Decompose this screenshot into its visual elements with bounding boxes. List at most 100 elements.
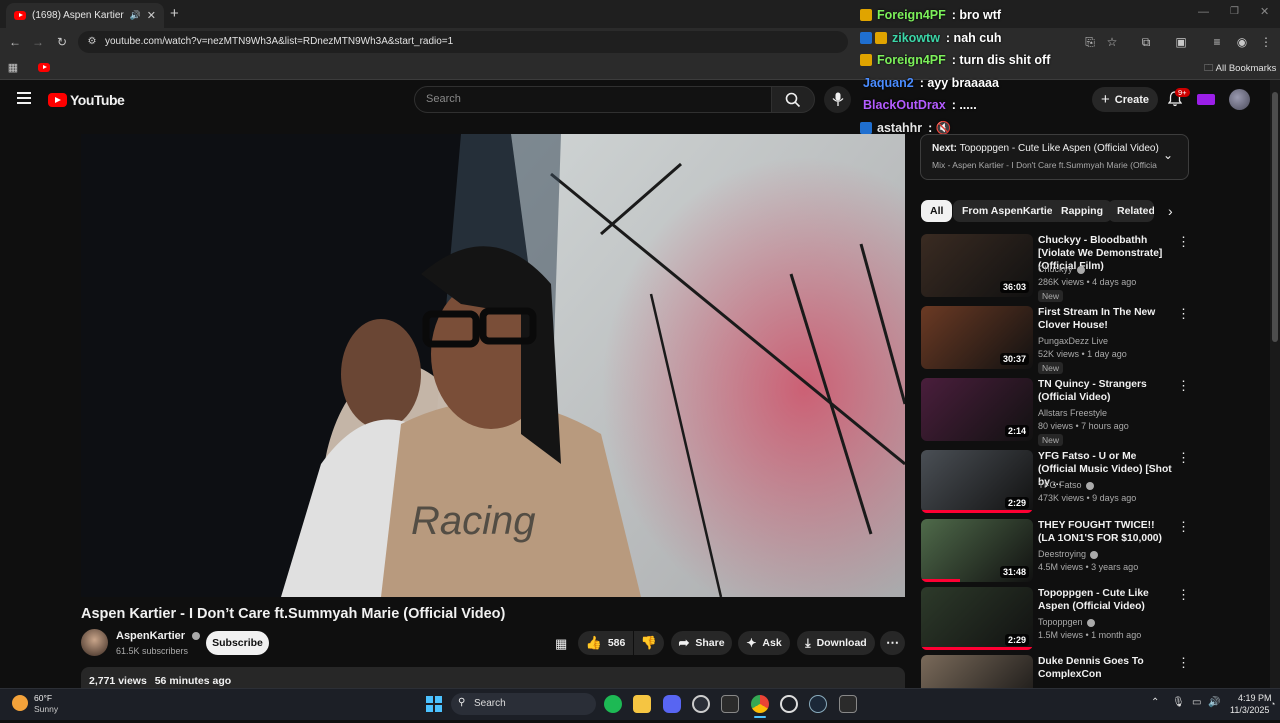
video-thumbnail[interactable]: 2:29 [921,587,1033,650]
recommendation-item[interactable]: 2:14 TN Quincy - Strangers (Official Vide… [921,378,1191,446]
volume-tray-icon[interactable]: 🔊 [1208,697,1220,708]
chip-from-channel[interactable]: From AspenKartier [953,200,1066,222]
epic-games-icon[interactable] [721,695,739,713]
next-up-panel[interactable] [920,134,1189,180]
dislike-button[interactable]: 👎 [634,631,664,655]
channel-name-text: PungaxDezz Live [1038,336,1109,346]
g-app-icon[interactable] [780,695,798,713]
video-thumbnail[interactable]: 31:48 [921,519,1033,582]
steam-alt-icon[interactable] [692,695,710,713]
chip-all[interactable]: All [921,200,953,222]
channel-name[interactable]: AspenKartier [116,630,201,642]
video-thumbnail[interactable]: 2:29 [921,450,1033,513]
back-icon[interactable]: ← [7,35,23,49]
add-to-queue-icon[interactable]: ▦ [555,636,567,652]
more-actions-button[interactable]: ⋯ [880,631,905,655]
like-button[interactable]: 👍 586 [578,631,633,655]
recommendation-title[interactable]: Duke Dennis Goes To ComplexCon [1038,655,1173,681]
chrome-icon[interactable] [751,695,769,713]
more-vertical-icon[interactable]: ⋮ [1177,656,1190,669]
file-explorer-icon[interactable] [633,695,651,713]
url-text[interactable]: youtube.com/watch?v=nezMTN9Wh3A&list=RDn… [105,36,453,47]
share-button[interactable]: ➦ Share [671,631,732,655]
recommendation-channel[interactable]: Allstars Freestyle [1038,408,1107,418]
window-close-icon[interactable]: ✕ [1260,5,1269,18]
tab-audio-icon[interactable]: 🔊 [130,10,141,21]
steam-icon[interactable] [809,695,827,713]
video-thumbnail[interactable]: 2:14 [921,378,1033,441]
video-thumbnail[interactable]: 30:37 [921,306,1033,369]
recommendation-channel[interactable]: PungaxDezz Live [1038,336,1108,346]
new-tab-button[interactable]: + [170,5,179,22]
hamburger-menu-icon[interactable] [17,92,31,104]
bookmark-star-icon[interactable]: ☆ [1104,35,1120,49]
subscribe-button[interactable]: Subscribe [206,631,269,655]
notification-bell-tray-icon[interactable]: ◔ [1270,699,1275,709]
tray-chevron-icon[interactable]: ⌃ [1151,697,1159,708]
media-controls-icon[interactable]: ≡ [1209,35,1225,49]
recommendation-channel[interactable]: Topoppgen [1038,617,1095,627]
discord-icon[interactable] [663,695,681,713]
recommendation-channel[interactable]: Chuckyy [1038,264,1085,274]
youtube-bookmark-icon[interactable] [38,63,50,72]
recommendation-item[interactable]: 36:03 Chuckyy - Bloodbathh [Violate We De… [921,234,1191,302]
forward-icon[interactable]: → [30,35,46,49]
download-button[interactable]: ⤓ Download [797,631,875,655]
more-vertical-icon[interactable]: ⋮ [1177,520,1190,533]
clock-time[interactable]: 4:19 PM [1238,693,1272,703]
mic-tray-icon[interactable]: 🎙 [1172,697,1185,708]
taskbar-search[interactable] [451,693,596,715]
recommendation-item[interactable]: 2:29 YFG Fatso - U or Me (Official Music … [921,450,1191,518]
watch-progress-bar [921,647,1033,650]
chrome-menu-icon[interactable]: ⋮ [1258,35,1274,49]
reload-icon[interactable]: ↻ [54,35,70,49]
clock-date[interactable]: 11/3/2025 [1230,705,1269,715]
recommendation-title[interactable]: TN Quincy - Strangers (Official Video) [1038,378,1173,404]
recommendation-channel[interactable]: YFG Fatso [1038,480,1094,490]
chevron-right-icon[interactable]: › [1168,203,1173,219]
more-vertical-icon[interactable]: ⋮ [1177,379,1190,392]
user-avatar[interactable] [1229,89,1250,110]
extensions-icon[interactable]: ⧉ [1138,35,1154,49]
install-app-icon[interactable]: ⎘ [1082,35,1098,49]
network-tray-icon[interactable]: ▭ [1192,697,1201,708]
scrollbar-thumb[interactable] [1272,92,1278,342]
create-button[interactable]: + Create [1092,87,1158,112]
recommendation-item[interactable]: 31:48 THEY FOUGHT TWICE!! (LA 1ON1'S FOR … [921,519,1191,587]
notifications-button[interactable]: 9+ [1167,88,1190,109]
purple-badge-icon[interactable] [1197,94,1215,105]
more-vertical-icon[interactable]: ⋮ [1177,588,1190,601]
search-input[interactable] [414,86,772,113]
youtube-logo[interactable]: YouTube [48,92,125,108]
restore-icon[interactable]: ❐ [1230,6,1239,17]
minimize-icon[interactable]: — [1198,6,1209,18]
video-thumbnail[interactable]: 36:03 [921,234,1033,297]
more-vertical-icon[interactable]: ⋮ [1177,307,1190,320]
windows-start-icon[interactable] [426,696,442,712]
more-vertical-icon[interactable]: ⋮ [1177,235,1190,248]
tab-search-icon[interactable]: ▣ [1173,35,1189,49]
voice-search-button[interactable] [824,86,851,113]
all-bookmarks-folder[interactable]: 🗀 All Bookmarks [1204,61,1276,77]
recommendation-channel[interactable]: Deestroying [1038,549,1099,559]
site-info-icon[interactable]: ⚙ [84,35,100,49]
video-player[interactable]: Racing [81,134,905,597]
recommendation-item[interactable]: 30:37 First Stream In The New Clover Hous… [921,306,1191,374]
more-vertical-icon[interactable]: ⋮ [1177,451,1190,464]
chevron-down-icon[interactable]: ⌄ [1163,148,1173,162]
profile-icon[interactable]: ◉ [1234,35,1250,49]
tab-close-icon[interactable]: ✕ [147,9,156,22]
spotify-icon[interactable] [604,695,622,713]
epic-launcher-icon[interactable] [839,695,857,713]
chip-rapping[interactable]: Rapping [1052,200,1112,222]
ask-button[interactable]: ✦ Ask [738,631,790,655]
apps-grid-icon[interactable]: ▦ [5,61,21,75]
recommendation-title[interactable]: Topoppgen - Cute Like Aspen (Official Vi… [1038,587,1173,613]
recommendation-title[interactable]: THEY FOUGHT TWICE!! (LA 1ON1'S FOR $10,0… [1038,519,1173,545]
recommendation-title[interactable]: First Stream In The New Clover House! [1038,306,1173,332]
chip-related[interactable]: Related [1108,200,1154,222]
recommendation-item[interactable]: 2:29 Topoppgen - Cute Like Aspen (Officia… [921,587,1191,655]
channel-avatar[interactable] [81,629,108,656]
search-button[interactable] [771,86,815,113]
browser-tab[interactable]: (1698) Aspen Kartier - I Don't Care ft.S… [6,3,164,28]
